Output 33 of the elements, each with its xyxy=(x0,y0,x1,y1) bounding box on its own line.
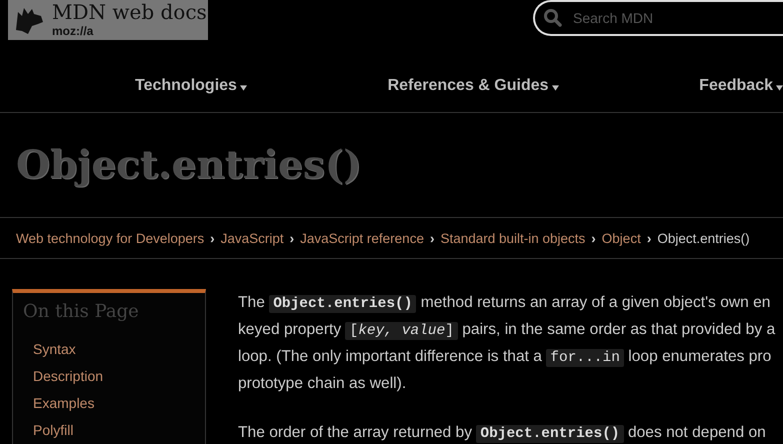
nav-menu-button[interactable]: References & Guides xyxy=(388,76,559,96)
paragraph-line: prototype chain as well). xyxy=(238,374,408,394)
search-icon xyxy=(543,8,563,28)
breadcrumb-link[interactable]: Web technology for Developers xyxy=(16,230,204,246)
breadcrumb-link[interactable]: Standard built-in objects xyxy=(440,230,586,246)
logo-subtitle: moz://a xyxy=(52,24,94,38)
nav-menu-button[interactable]: Technologies xyxy=(135,76,247,96)
paragraph-line: The Object.entries() method returns an array of a given object's own en xyxy=(238,293,772,315)
caret-icon xyxy=(552,84,559,90)
breadcrumb-link[interactable]: JavaScript xyxy=(220,230,284,246)
page-title: Object.entries() xyxy=(16,142,362,188)
toc-heading: On this Page xyxy=(23,301,140,322)
breadcrumb-separator: › xyxy=(430,230,434,246)
breadcrumb-link[interactable]: Object xyxy=(602,230,641,246)
caret-icon xyxy=(776,84,783,90)
paragraph-line: loop. (The only important difference is that a for...in loop enumerates pro xyxy=(238,347,772,369)
breadcrumb-current: Object.entries() xyxy=(657,230,750,246)
search-input[interactable]: Search MDN xyxy=(571,9,775,27)
paragraph-line: The order of the array returned by Object.entries() does not depend on xyxy=(238,423,767,444)
toc-link[interactable]: Examples xyxy=(33,390,94,417)
breadcrumb-separator: › xyxy=(290,230,294,246)
toc-link[interactable]: Syntax xyxy=(33,336,76,363)
breadcrumb-separator: › xyxy=(591,230,596,246)
breadcrumb-separator: › xyxy=(646,230,652,246)
breadcrumb-link[interactable]: JavaScript reference xyxy=(300,230,424,246)
breadcrumb-separator: › xyxy=(210,230,215,246)
toc-link[interactable]: Polyfill xyxy=(33,417,74,444)
paragraph-line: keyed property [key, value] pairs, in the same order as that provided by a xyxy=(238,320,776,342)
logo-title: MDN web docs xyxy=(52,0,207,24)
search-bar[interactable]: Search MDN xyxy=(533,0,783,36)
nav-menu-button[interactable]: Feedback xyxy=(699,76,783,96)
caret-icon xyxy=(240,84,247,90)
toc-link[interactable]: Description xyxy=(33,363,104,390)
